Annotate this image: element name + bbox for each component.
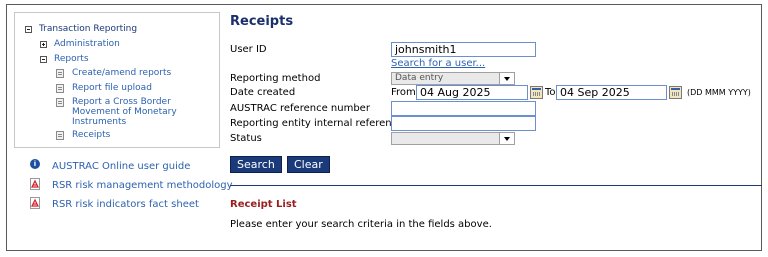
select-value: Data entry [395, 73, 444, 83]
document-icon [56, 130, 64, 140]
clear-button[interactable]: Clear [287, 156, 330, 173]
info-icon: i [30, 158, 40, 169]
receipt-list-message: Please enter your search criteria in the… [230, 219, 492, 230]
status-select[interactable] [391, 132, 515, 145]
tree-item-receipts[interactable]: Receipts [56, 130, 110, 140]
tree-item-transaction-reporting[interactable]: Transaction Reporting [25, 24, 137, 34]
receipt-list-heading: Receipt List [230, 199, 297, 210]
tree-label: Create/amend reports [72, 68, 172, 78]
entity-reference-input[interactable] [391, 116, 536, 131]
tree-label: Report file upload [72, 83, 152, 93]
tree-item-administration[interactable]: Administration [40, 39, 120, 49]
rsr-methodology-link[interactable]: RSR risk management methodology [30, 178, 233, 191]
status-label: Status [230, 133, 262, 144]
tree-label: Administration [54, 39, 120, 49]
link-label: RSR risk indicators fact sheet [52, 199, 199, 210]
chevron-down-icon [499, 73, 514, 84]
user-id-label: User ID [230, 44, 267, 55]
user-guide-link[interactable]: i AUSTRAC Online user guide [30, 158, 191, 172]
tree-label: Receipts [72, 130, 111, 140]
tree-item-create-amend-reports[interactable]: Create/amend reports [56, 68, 171, 78]
calendar-icon[interactable] [669, 86, 682, 99]
tree-label: Report a Cross Border Movement of Moneta… [72, 97, 177, 127]
date-to-input[interactable]: 04 Sep 2025 [556, 85, 667, 100]
tree-label: Transaction Reporting [39, 24, 138, 34]
tree-label-line: Instruments [72, 117, 127, 127]
entity-reference-label: Reporting entity internal reference [230, 118, 404, 129]
link-label: RSR risk management methodology [52, 180, 233, 191]
austrac-reference-input[interactable] [391, 101, 536, 116]
to-label: To [545, 87, 556, 98]
divider [230, 185, 762, 186]
expand-icon[interactable] [40, 40, 47, 48]
date-format-hint: (DD MMM YYYY) [687, 88, 751, 97]
link-label: AUSTRAC Online user guide [52, 161, 191, 172]
calendar-icon[interactable] [530, 86, 543, 99]
search-button[interactable]: Search [230, 156, 282, 173]
collapse-icon[interactable] [25, 25, 32, 33]
tree-item-report-file-upload[interactable]: Report file upload [56, 83, 152, 93]
date-created-label: Date created [230, 87, 296, 98]
tree-item-reports[interactable]: Reports [40, 54, 89, 64]
pdf-icon [30, 178, 40, 190]
from-label: From [391, 87, 416, 98]
chevron-down-icon [499, 133, 514, 144]
tree-label: Reports [54, 54, 89, 64]
pdf-icon [30, 197, 40, 209]
document-icon [56, 83, 64, 93]
document-icon [56, 98, 64, 107]
tree-label-line: Report a Cross Border [72, 97, 171, 107]
tree-label-line: Movement of Monetary [72, 107, 177, 117]
search-user-link[interactable]: Search for a user... [391, 58, 485, 69]
document-icon [56, 68, 64, 78]
page-title: Receipts [230, 14, 294, 29]
date-from-input[interactable]: 04 Aug 2025 [416, 85, 528, 100]
user-id-input[interactable]: johnsmith1 [391, 42, 536, 57]
collapse-icon[interactable] [40, 55, 47, 63]
reporting-method-label: Reporting method [230, 73, 321, 84]
austrac-reference-label: AUSTRAC reference number [230, 103, 370, 114]
tree-item-cross-border-movement[interactable]: Report a Cross Border Movement of Moneta… [56, 97, 177, 127]
reporting-method-select[interactable]: Data entry [391, 72, 515, 85]
rsr-factsheet-link[interactable]: RSR risk indicators fact sheet [30, 197, 199, 210]
